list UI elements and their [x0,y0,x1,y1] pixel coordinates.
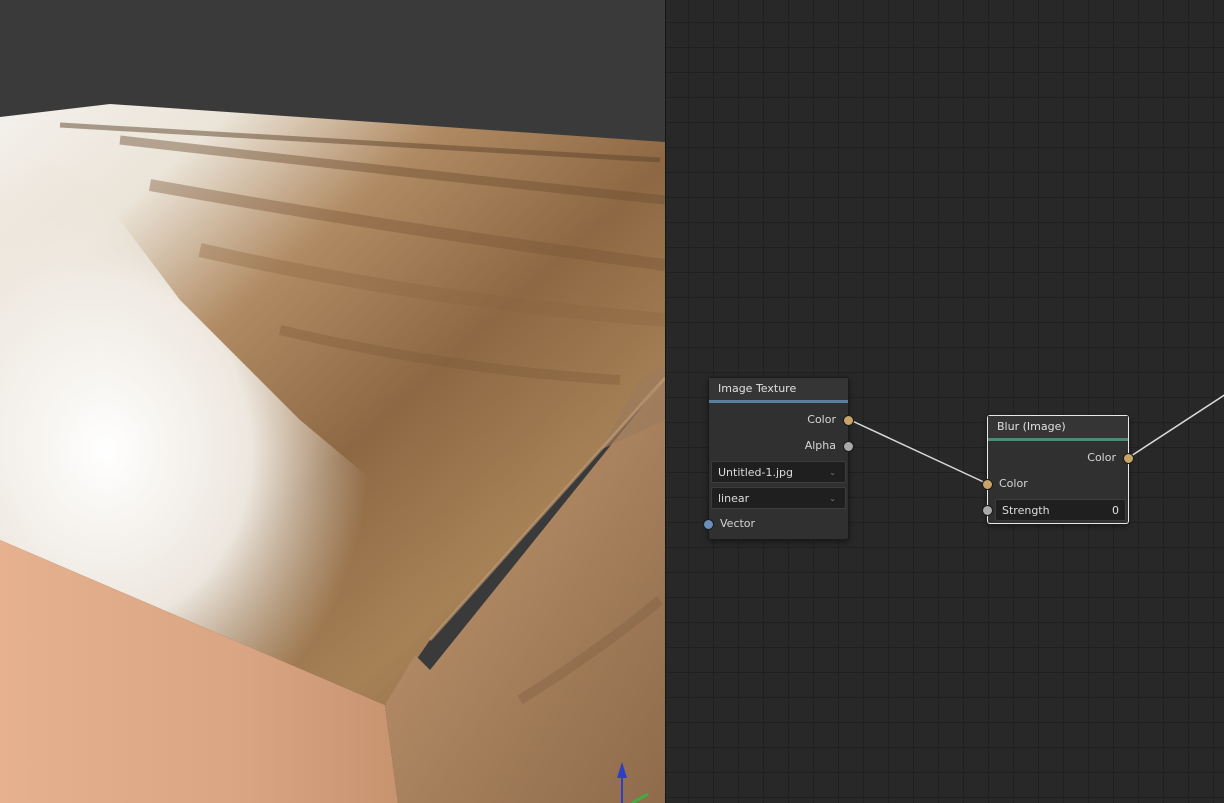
interpolation-select[interactable]: linear ⌄ [711,487,846,509]
input-vector-label: Vector [720,517,756,530]
blur-input-color-label: Color [999,477,1028,490]
blur-image-node[interactable]: Blur (Image) Color Color Strength 0 [982,415,1134,524]
link-color-to-blur [847,418,989,485]
blur-input-color-socket[interactable] [982,479,993,490]
output-alpha-row: Alpha [709,433,854,459]
interpolation-row: linear ⌄ [709,485,848,511]
blur-output-color-socket[interactable] [1123,453,1134,464]
blur-strength-row: Strength 0 [982,497,1128,523]
chevron-down-icon: ⌄ [829,468,836,477]
viewport-render [0,0,665,803]
output-color-row: Color [709,407,854,433]
output-color-label: Color [807,413,836,426]
strength-label: Strength [1002,504,1050,517]
input-vector-socket[interactable] [703,519,714,530]
blur-output-color-label: Color [1087,451,1116,464]
chevron-down-icon: ⌄ [829,494,836,503]
image-texture-node-title[interactable]: Image Texture [709,378,848,403]
image-select-row: Untitled-1.jpg ⌄ [709,459,848,485]
image-texture-node[interactable]: Image Texture Color Alpha Untitled-1.jpg… [703,377,854,540]
blur-node-title[interactable]: Blur (Image) [988,416,1128,441]
strength-field[interactable]: Strength 0 [995,499,1126,521]
3d-viewport[interactable] [0,0,665,803]
output-color-socket[interactable] [843,415,854,426]
link-blur-output [1127,394,1224,459]
blur-output-color-row: Color [988,445,1134,471]
image-select-value: Untitled-1.jpg [718,466,793,479]
interpolation-value: linear [718,492,750,505]
node-editor[interactable]: Image Texture Color Alpha Untitled-1.jpg… [666,0,1224,803]
blur-strength-socket[interactable] [982,505,993,516]
output-alpha-socket[interactable] [843,441,854,452]
output-alpha-label: Alpha [804,439,836,452]
strength-value: 0 [1112,504,1119,517]
input-vector-row: Vector [703,511,848,537]
image-select[interactable]: Untitled-1.jpg ⌄ [711,461,846,483]
blur-input-color-row: Color [982,471,1128,497]
